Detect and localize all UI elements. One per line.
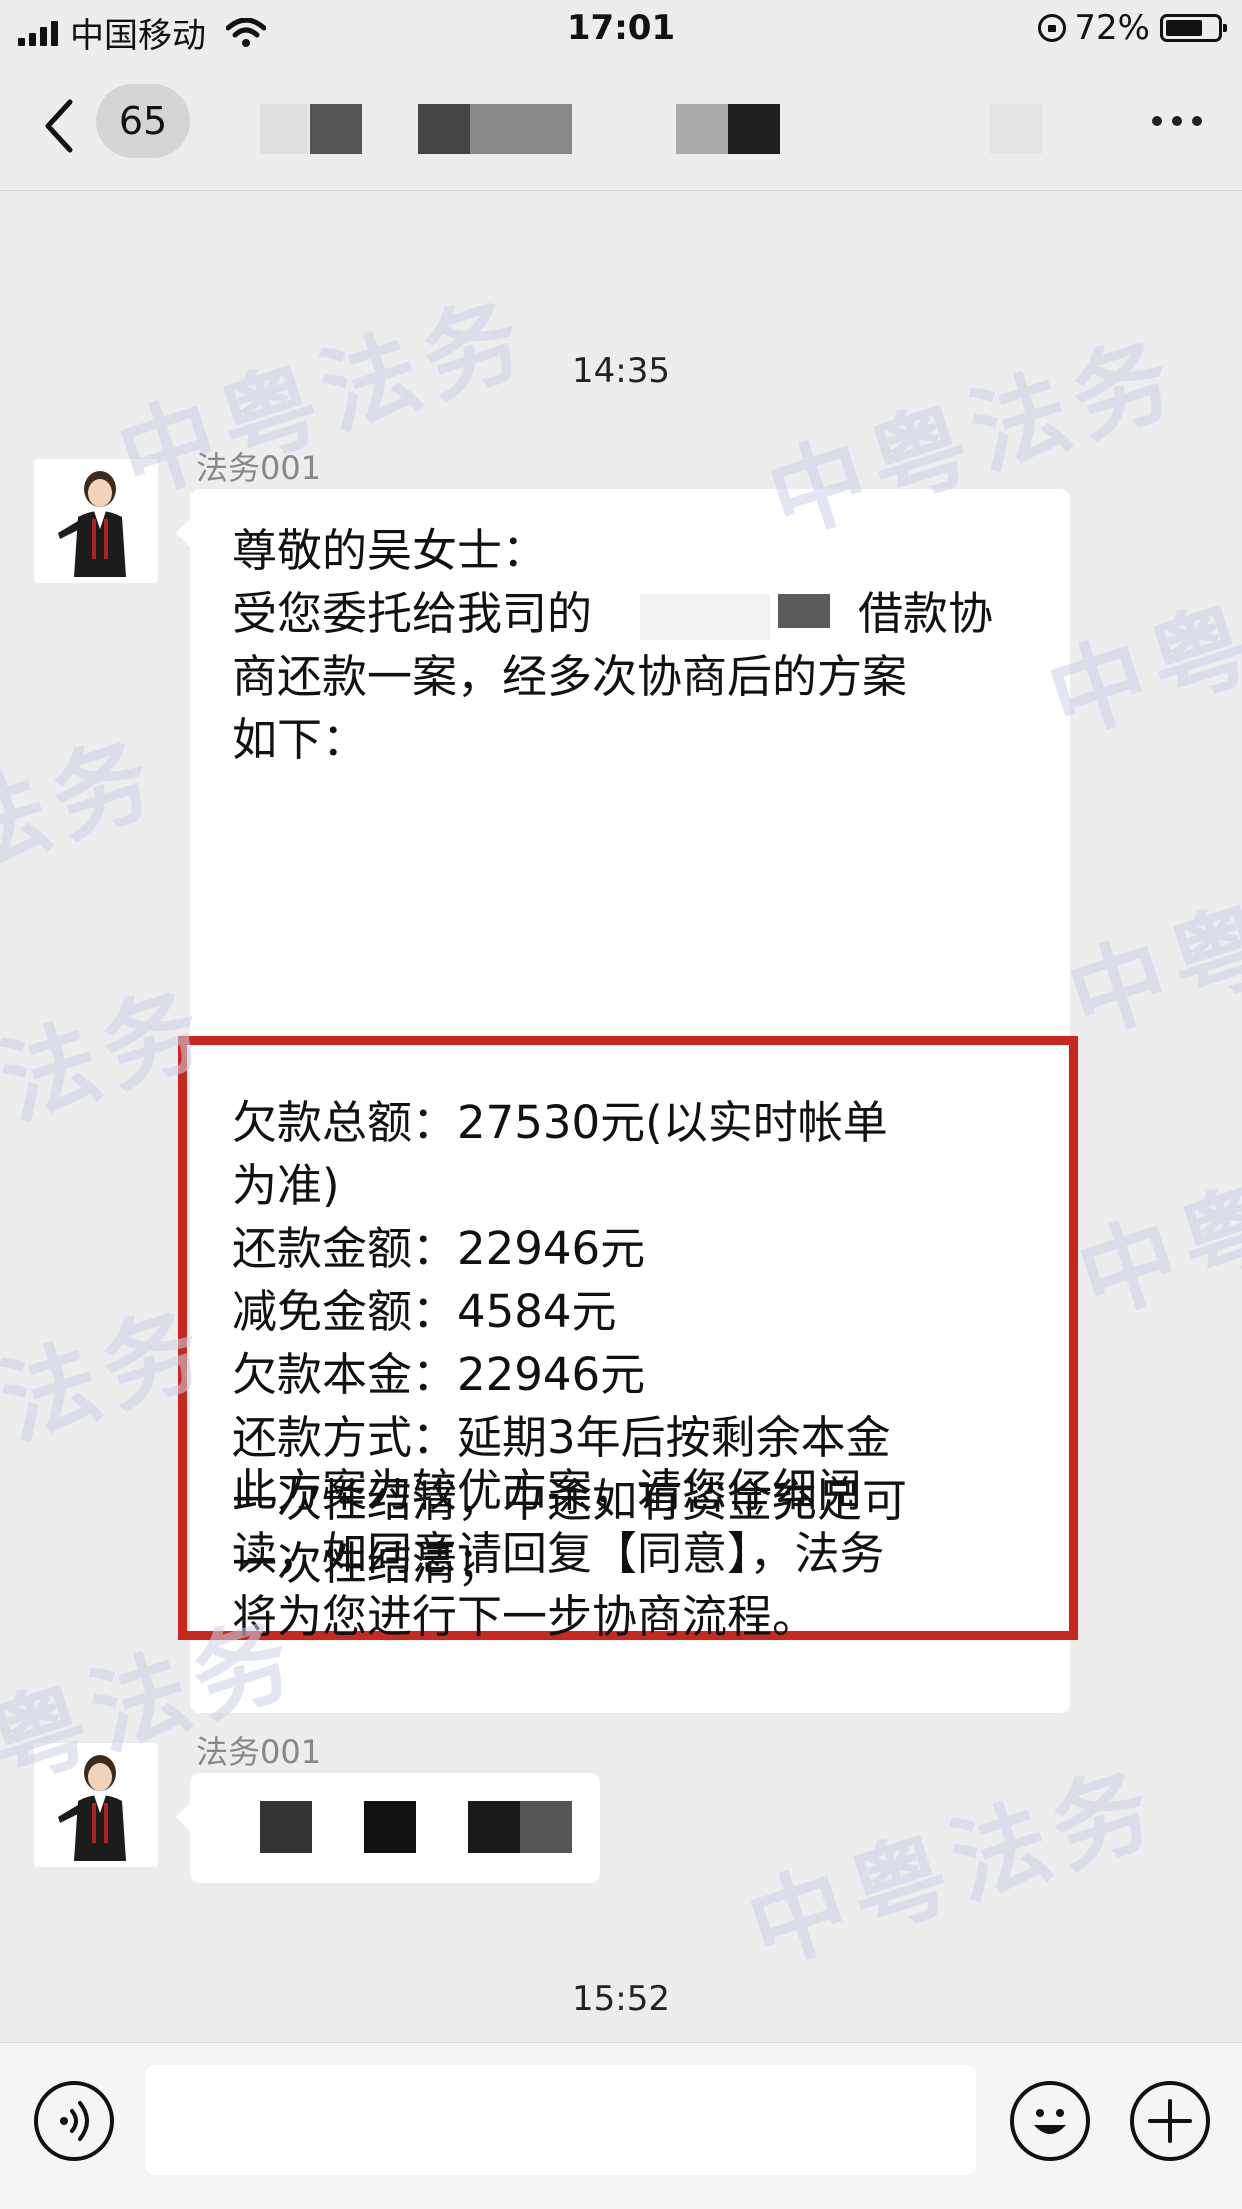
plan-line-5: 欠款本金：22946元 xyxy=(232,1348,646,1401)
chevron-left-icon[interactable] xyxy=(40,96,80,156)
title-redacted-extra xyxy=(990,104,1042,154)
intro-line-2a: 受您委托给我司的 xyxy=(232,587,593,640)
message-bubble[interactable]: 尊敬的吴女士： 受您委托给我司的 借款协 商还款一案，经多次协商后的方案 如下：… xyxy=(176,489,1078,1713)
sender-name: 法务001 xyxy=(196,1733,322,1771)
timestamp-2: 15:52 xyxy=(572,1979,670,2019)
status-bar: 中国移动 17:01 72% xyxy=(0,0,1242,62)
redacted-company-dark xyxy=(778,594,830,628)
status-right: 72% xyxy=(1038,8,1227,48)
input-bar xyxy=(0,2042,1242,2209)
battery-icon xyxy=(1160,14,1227,42)
battery-fill xyxy=(1166,20,1202,36)
avatar[interactable] xyxy=(34,459,158,583)
sender-name: 法务001 xyxy=(196,449,322,487)
nav-bar: 65 xyxy=(0,62,1242,191)
timestamp-1: 14:35 xyxy=(572,351,670,391)
outro-line-1: 此方案为较优方案，请您仔细阅 xyxy=(232,1464,863,1517)
redacted-block xyxy=(468,1801,520,1853)
emoji-icon[interactable] xyxy=(1010,2081,1090,2161)
avatar[interactable] xyxy=(34,1743,158,1867)
outro-line-2: 读，如同意请回复【同意】，法务 xyxy=(232,1527,885,1580)
redacted-block xyxy=(520,1801,572,1853)
intro-line-2b: 借款协 xyxy=(858,587,994,640)
battery-percent: 72% xyxy=(1074,8,1150,48)
plan-line-3: 还款金额：22946元 xyxy=(232,1222,646,1275)
plan-line-1: 欠款总额：27530元(以实时帐单 xyxy=(232,1096,888,1149)
lawyer-avatar-icon xyxy=(34,459,158,583)
redacted-company xyxy=(640,594,770,640)
voice-icon[interactable] xyxy=(34,2081,114,2161)
lawyer-avatar-icon xyxy=(34,1743,158,1867)
chat-area[interactable]: 14:35 法务001 尊敬的吴女士： 受您委托给我司的 借款协 商还款一案，经… xyxy=(0,191,1242,2042)
plus-icon[interactable] xyxy=(1130,2081,1210,2161)
outro-line-3: 将为您进行下一步协商流程。 xyxy=(232,1590,818,1643)
rotation-lock-icon xyxy=(1038,14,1067,42)
message-bubble-redacted[interactable] xyxy=(176,1773,600,1883)
intro-line-4: 如下： xyxy=(232,713,368,766)
redacted-block xyxy=(364,1801,416,1853)
plan-line-2: 为准) xyxy=(232,1159,340,1212)
plan-line-4: 减免金额：4584元 xyxy=(232,1285,617,1338)
redacted-block xyxy=(260,1801,312,1853)
more-dots-icon[interactable] xyxy=(1152,116,1202,126)
intro-line-1: 尊敬的吴女士： xyxy=(232,524,548,577)
chat-title-redacted xyxy=(260,104,780,154)
message-input[interactable] xyxy=(146,2065,976,2175)
intro-line-3: 商还款一案，经多次协商后的方案 xyxy=(232,650,908,703)
unread-count-badge[interactable]: 65 xyxy=(96,84,190,158)
